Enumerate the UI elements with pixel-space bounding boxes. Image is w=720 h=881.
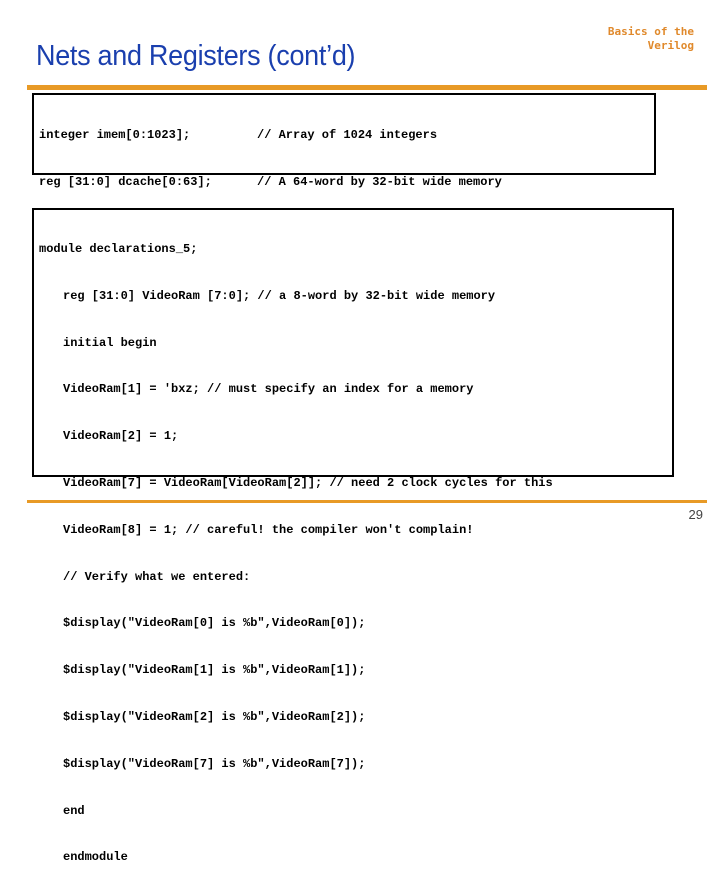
code-line: $display("VideoRam[1] is %b",VideoRam[1]…: [63, 663, 366, 678]
code-line: VideoRam[7] = VideoRam[VideoRam[2]]; // …: [63, 475, 553, 490]
code-line: initial begin: [63, 335, 157, 350]
code-line: endmodule: [63, 850, 128, 865]
code-line: VideoRam[8] = 1; // careful! the compile…: [63, 522, 474, 537]
code-line: $display("VideoRam[2] is %b",VideoRam[2]…: [63, 709, 366, 724]
section-label-line: Verilog: [647, 39, 694, 52]
code-declaration: integer imem[0:1023];: [39, 128, 191, 142]
code-line: // Verify what we entered:: [63, 569, 251, 584]
code-line: reg [31:0] VideoRam [7:0]; // a 8-word b…: [63, 288, 496, 303]
top-divider: [27, 85, 707, 90]
module-code-box: module declarations_5; reg [31:0] VideoR…: [32, 208, 674, 864]
code-line: VideoRam[1] = 'bxz; // must specify an i…: [63, 382, 474, 397]
slide-title: Nets and Registers (cont’d): [36, 40, 356, 72]
code-line: VideoRam[2] = 1;: [63, 429, 179, 444]
section-label: Basics of the Verilog: [608, 25, 694, 53]
code-row: integer imem[0:1023]; // Array of 1024 in…: [39, 126, 654, 145]
code-comment: // A 64-word by 32-bit wide memory: [257, 174, 502, 189]
code-row: reg [31:0] dcache[0:63]; // A 64-word by …: [39, 173, 654, 192]
section-label-line: Basics of the: [607, 25, 694, 38]
declarations-code-box: integer imem[0:1023]; // Array of 1024 in…: [32, 93, 656, 282]
code-line: end: [63, 803, 85, 818]
page-number: 29: [688, 507, 703, 522]
code-line: $display("VideoRam[0] is %b",VideoRam[0]…: [63, 616, 366, 631]
bottom-divider: [27, 500, 707, 503]
code-comment: // Array of 1024 integers: [257, 128, 438, 142]
code-declaration: reg [31:0] dcache[0:63];: [39, 174, 212, 189]
code-line: module declarations_5;: [39, 242, 198, 256]
code-line: $display("VideoRam[7] is %b",VideoRam[7]…: [63, 756, 366, 771]
